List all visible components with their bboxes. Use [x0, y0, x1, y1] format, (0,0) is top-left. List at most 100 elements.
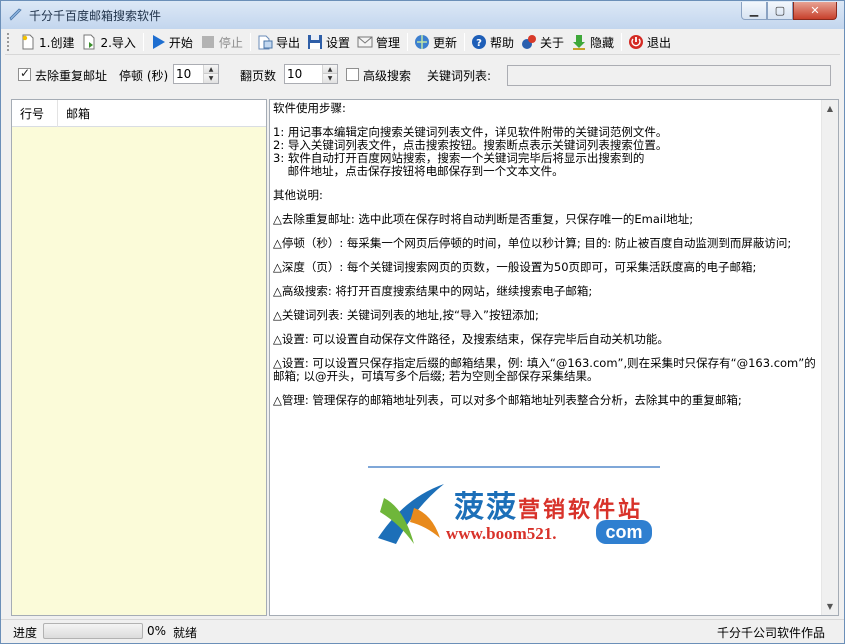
help-text-area[interactable]: 软件使用步骤: 1: 用记事本编辑定向搜索关键词列表文件，详见软件附带的关键词范例…	[269, 99, 839, 616]
help-gap	[273, 178, 821, 189]
help-line: △深度（页）: 每个关键词搜索网页的页数，一般设置为50页即可，可采集活跃度高的…	[273, 260, 757, 274]
about-icon	[522, 35, 537, 49]
about-button[interactable]: 关于	[518, 31, 568, 53]
play-icon	[152, 35, 165, 49]
start-label: 开始	[168, 35, 193, 50]
watermark-url: www.boom521.	[446, 524, 557, 543]
progress-label: 进度	[13, 626, 38, 640]
help-line: △关键词列表: 关键词列表的地址,按“导入”按钮添加;	[273, 308, 539, 322]
scroll-down-icon[interactable]: ▼	[822, 598, 838, 615]
scroll-up-icon[interactable]: ▲	[822, 100, 838, 117]
advanced-search-checkbox[interactable]	[346, 68, 359, 81]
help-button[interactable]: ? 帮助	[468, 31, 518, 53]
export-button[interactable]: 导出	[254, 31, 304, 53]
toolbar-separator	[142, 33, 144, 51]
mail-icon	[357, 36, 373, 48]
dedupe-label: 去除重复邮址	[35, 69, 108, 83]
help-icon: ?	[472, 35, 486, 49]
progress-bar	[43, 623, 143, 639]
main-window: 千分千百度邮箱搜索软件 ▁ ▢ ✕ 1.创建 2.导入 开始 停止 导出 设置 …	[0, 0, 845, 644]
toolbar-separator	[464, 33, 465, 51]
close-button[interactable]: ✕	[793, 2, 837, 20]
help-line: △管理: 管理保存的邮箱地址列表，可以对多个邮箱地址列表整合分析，去除其中的重复…	[273, 393, 742, 407]
status-bar: 进度 0% 就绪 千分千公司软件作品	[1, 619, 844, 643]
watermark-logo: 菠菠营销软件站 www.boom521. com	[368, 466, 660, 554]
watermark-divider	[368, 466, 660, 468]
pause-input[interactable]	[176, 66, 200, 82]
update-globe-icon	[414, 35, 429, 49]
window-title: 千分千百度邮箱搜索软件	[29, 9, 162, 23]
help-label: 帮助	[490, 35, 515, 50]
manage-button[interactable]: 管理	[354, 31, 404, 53]
pause-spinner-arrows: ▲ ▼	[203, 65, 218, 83]
help-line: 其他说明:	[273, 188, 323, 202]
progress-percent: 0%	[147, 624, 167, 638]
pause-label: 停顿 (秒)	[119, 69, 169, 83]
pages-label: 翻页数	[240, 69, 277, 83]
update-label: 更新	[432, 35, 457, 50]
settings-button[interactable]: 设置	[304, 31, 354, 53]
app-icon	[9, 8, 22, 21]
help-content: 软件使用步骤: 1: 用记事本编辑定向搜索关键词列表文件，详见软件附带的关键词范例…	[273, 102, 821, 407]
update-button[interactable]: 更新	[411, 31, 461, 53]
minimize-icon: ▁	[749, 4, 759, 17]
watermark-tld: com	[596, 520, 652, 544]
pages-input[interactable]	[287, 66, 311, 82]
export-icon	[258, 35, 273, 50]
about-label: 关于	[540, 35, 565, 50]
options-row: 去除重复邮址 停顿 (秒) ▲ ▼ 翻页数 ▲ ▼ 高级搜索 关键词列表:	[1, 61, 844, 89]
spinner-up-icon[interactable]: ▲	[323, 65, 337, 74]
stop-icon	[201, 36, 214, 48]
import-icon	[83, 34, 95, 50]
help-line: △高级搜索: 将打开百度搜索结果中的网站，继续搜索电子邮箱;	[273, 284, 593, 298]
import-label: 2.导入	[100, 35, 136, 50]
maximize-button[interactable]: ▢	[767, 2, 793, 20]
help-line: 邮件地址，点击保存按钮将电邮保存到一个文本文件。	[273, 164, 564, 178]
column-header-row-number[interactable]: 行号	[12, 99, 58, 127]
stop-button[interactable]: 停止	[197, 31, 247, 53]
spinner-down-icon[interactable]: ▼	[204, 74, 218, 83]
logo-swoosh-icon	[378, 484, 444, 544]
help-line: △去除重复邮址: 选中此项在保存时将自动判断是否重复，只保存唯一的Email地址…	[273, 212, 694, 226]
minimize-button[interactable]: ▁	[741, 2, 767, 20]
toolbar-separator	[621, 33, 623, 51]
import-button[interactable]: 2.导入	[78, 31, 139, 53]
pause-spinner[interactable]: ▲ ▼	[173, 64, 219, 84]
toolbar: 1.创建 2.导入 开始 停止 导出 设置 管理 更新 ? 帮助 关于 隐藏 退…	[5, 30, 840, 55]
email-list[interactable]: 行号 邮箱	[11, 99, 267, 616]
exit-label: 退出	[647, 35, 672, 50]
hide-label: 隐藏	[590, 35, 615, 50]
pages-spinner[interactable]: ▲ ▼	[284, 64, 338, 84]
brand-main: 菠菠	[454, 490, 518, 525]
toolbar-grip[interactable]	[7, 33, 13, 51]
list-header: 行号 邮箱	[12, 99, 266, 127]
dedupe-checkbox[interactable]	[18, 66, 31, 81]
hide-down-arrow-icon	[573, 35, 586, 50]
exit-button[interactable]: 退出	[625, 31, 675, 53]
spinner-up-icon[interactable]: ▲	[204, 65, 218, 74]
close-icon: ✕	[810, 4, 820, 17]
create-label: 1.创建	[39, 35, 75, 50]
help-line: △设置: 可以设置只保存指定后缀的邮箱结果，例: 填入“@163.com”,则在…	[273, 356, 816, 383]
toolbar-separator	[406, 33, 408, 51]
help-line: △停顿（秒）: 每采集一个网页后停顿的时间，单位以秒计算; 目的: 防止被百度自…	[273, 236, 792, 250]
credit-text: 千分千公司软件作品	[717, 626, 826, 640]
new-document-icon	[22, 34, 34, 50]
column-header-email[interactable]: 邮箱	[58, 100, 90, 127]
create-button[interactable]: 1.创建	[17, 31, 78, 53]
spinner-down-icon[interactable]: ▼	[323, 74, 337, 83]
manage-label: 管理	[375, 35, 400, 50]
stop-label: 停止	[218, 35, 243, 50]
svg-text:?: ?	[476, 38, 482, 49]
keywords-list-field[interactable]	[507, 65, 831, 86]
hide-button[interactable]: 隐藏	[568, 31, 618, 53]
keywords-label: 关键词列表:	[427, 69, 492, 83]
toolbar-separator	[249, 33, 251, 51]
status-text: 就绪	[173, 626, 198, 640]
title-bar[interactable]: 千分千百度邮箱搜索软件 ▁ ▢ ✕	[1, 1, 844, 29]
help-line: △设置: 可以设置自动保存文件路径，及搜索结束，保存完毕后自动关机功能。	[273, 332, 669, 346]
pages-spinner-arrows: ▲ ▼	[322, 65, 337, 83]
start-button[interactable]: 开始	[147, 31, 197, 53]
vertical-scrollbar[interactable]: ▲ ▼	[821, 100, 838, 615]
help-line: 软件使用步骤:	[273, 101, 346, 115]
